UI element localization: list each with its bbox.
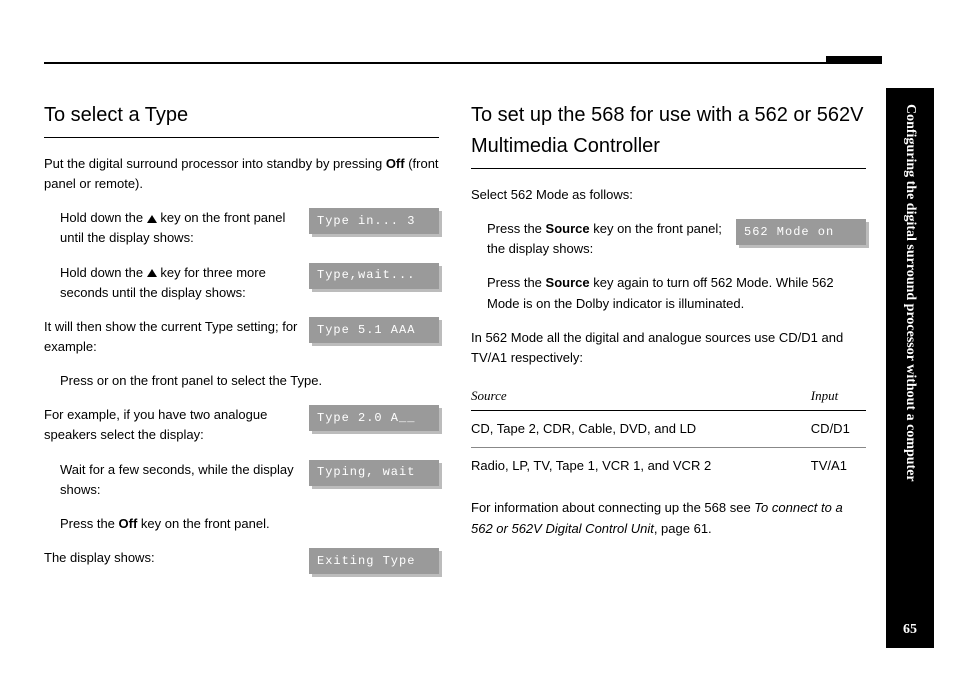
step-row: Hold down the key for three more seconds… [44, 263, 439, 303]
step-text: It will then show the current Type setti… [44, 317, 299, 357]
intro-paragraph: Select 562 Mode as follows: [471, 185, 866, 205]
lcd-display: Type 2.0 A__ [309, 405, 439, 431]
reference-text: For information about connecting up the … [471, 498, 866, 538]
text: Press the [487, 275, 546, 290]
step-row: For example, if you have two analogue sp… [44, 405, 439, 445]
lcd-display: 562 Mode on [736, 219, 866, 245]
text: Press the [487, 221, 546, 236]
text: Press the [60, 516, 119, 531]
off-key-label: Off [119, 516, 138, 531]
text: , page 61. [654, 521, 712, 536]
step-row: Press the Source key on the front panel;… [471, 219, 866, 259]
lcd-display: Exiting Type [309, 548, 439, 574]
table-header-input: Input [811, 382, 866, 411]
step-text: Hold down the key for three more seconds… [60, 263, 299, 303]
source-key-label: Source [546, 275, 590, 290]
step-text: The display shows: [44, 548, 299, 568]
lcd-display: Typing, wait [309, 460, 439, 486]
text: Hold down the [60, 210, 147, 225]
instruction-text: Press the Source key again to turn off 5… [471, 273, 866, 313]
up-arrow-icon [147, 269, 157, 277]
step-row: The display shows: Exiting Type [44, 548, 439, 574]
page-number: 65 [903, 622, 917, 638]
text: For information about connecting up the … [471, 500, 754, 515]
section-title-right: To set up the 568 for use with a 562 or … [471, 100, 866, 169]
step-text: For example, if you have two analogue sp… [44, 405, 299, 445]
table-cell: TV/A1 [811, 448, 866, 485]
step-text: Wait for a few seconds, while the displa… [60, 460, 299, 500]
lcd-display: Type 5.1 AAA [309, 317, 439, 343]
table-row: CD, Tape 2, CDR, Cable, DVD, and LD CD/D… [471, 411, 866, 448]
chapter-title: Configuring the digital surround process… [902, 104, 918, 482]
step-row: Hold down the key on the front panel unt… [44, 208, 439, 248]
table-cell: CD, Tape 2, CDR, Cable, DVD, and LD [471, 411, 811, 448]
header-accent-box [826, 56, 882, 64]
step-text: Hold down the key on the front panel unt… [60, 208, 299, 248]
text: Hold down the [60, 265, 147, 280]
left-column: To select a Type Put the digital surroun… [44, 100, 439, 650]
step-row: It will then show the current Type setti… [44, 317, 439, 357]
instruction-text: Press the Off key on the front panel. [44, 514, 439, 534]
step-text: Press the Source key on the front panel;… [487, 219, 726, 259]
table-cell: CD/D1 [811, 411, 866, 448]
instruction-text: In 562 Mode all the digital and analogue… [471, 328, 866, 368]
table-header-source: Source [471, 382, 811, 411]
intro-paragraph: Put the digital surround processor into … [44, 154, 439, 194]
lcd-display: Type,wait... [309, 263, 439, 289]
section-title-left: To select a Type [44, 100, 439, 138]
off-key-label: Off [386, 156, 405, 171]
up-arrow-icon [147, 215, 157, 223]
right-column: To set up the 568 for use with a 562 or … [471, 100, 866, 650]
header-rule [44, 62, 882, 64]
source-key-label: Source [546, 221, 590, 236]
text: Put the digital surround processor into … [44, 156, 386, 171]
source-input-table: Source Input CD, Tape 2, CDR, Cable, DVD… [471, 382, 866, 484]
lcd-display: Type in... 3 [309, 208, 439, 234]
side-tab: Configuring the digital surround process… [886, 88, 934, 648]
table-row: Radio, LP, TV, Tape 1, VCR 1, and VCR 2 … [471, 448, 866, 485]
instruction-text: Press or on the front panel to select th… [44, 371, 439, 391]
page-content: To select a Type Put the digital surroun… [44, 100, 866, 650]
table-cell: Radio, LP, TV, Tape 1, VCR 1, and VCR 2 [471, 448, 811, 485]
text: key on the front panel. [137, 516, 269, 531]
step-row: Wait for a few seconds, while the displa… [44, 460, 439, 500]
